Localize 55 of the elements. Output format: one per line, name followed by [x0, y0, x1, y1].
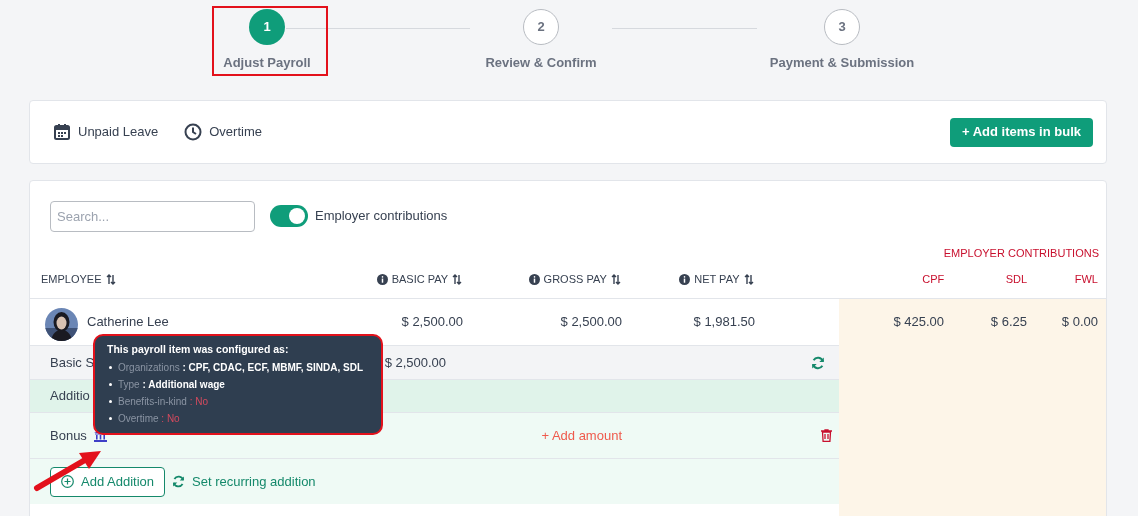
step-number[interactable]: 3 [824, 9, 860, 45]
sort-icon [105, 274, 116, 285]
column-header[interactable]: BASIC PAY [376, 271, 463, 288]
step-label: Payment & Submission [768, 54, 916, 72]
add-bulk-button[interactable]: + Add items in bulk [949, 117, 1093, 147]
tooltip-line: Type : Additional wage [118, 378, 225, 392]
trash-icon [821, 429, 832, 442]
row-label: Basic S [50, 353, 95, 372]
refresh-icon [172, 475, 185, 488]
item-label: Bonus [50, 426, 87, 445]
info-icon [679, 274, 691, 285]
step-number[interactable]: 1 [249, 9, 285, 45]
bullet-icon [109, 400, 112, 403]
bullet-icon [109, 417, 112, 420]
add-addition-button[interactable]: Add Addition [50, 466, 165, 497]
column-header[interactable]: FWL [1074, 271, 1098, 288]
column-header[interactable]: EMPLOYEE [41, 271, 116, 288]
recurring-link[interactable]: Set recurring addition [172, 471, 316, 492]
sort-icon [743, 274, 754, 285]
step-label: Review & Confirm [484, 54, 598, 72]
calendar-icon [53, 123, 71, 141]
clock-icon [184, 123, 203, 141]
toggle-switch[interactable] [270, 205, 308, 227]
refresh-icon [811, 355, 825, 370]
search-field[interactable]: Search... [50, 200, 255, 232]
table-cell-text: $ 425.00 [892, 313, 945, 332]
toolbar-button[interactable]: Unpaid Leave [53, 122, 159, 142]
add-amount-link[interactable]: + Add amount [541, 425, 622, 446]
bullet-icon [109, 383, 112, 386]
tooltip-line: Overtime : No [118, 412, 180, 426]
table-cell-text: $ 2,500.00 [559, 313, 623, 332]
section-title: Additio [49, 387, 90, 406]
sort-icon [610, 274, 621, 285]
step-number[interactable]: 2 [523, 9, 559, 45]
column-header[interactable]: CPF [922, 271, 945, 288]
plus-circle-icon [61, 475, 74, 488]
table-cell-text: $ 6.25 [989, 313, 1028, 332]
group-heading: EMPLOYER CONTRIBUTIONS [943, 246, 1099, 261]
employee-name[interactable]: Catherine Lee [87, 311, 169, 332]
sort-icon [452, 274, 463, 285]
bullet-icon [109, 366, 112, 369]
info-icon [376, 274, 388, 285]
table-cell-text: $ 1,981.50 [692, 313, 756, 332]
table-cell-text: $ 2,500.00 [400, 313, 464, 332]
info-icon [528, 274, 540, 285]
table-cell-text: $ 0.00 [1060, 313, 1099, 332]
toggle-label: Employer contributions [315, 207, 448, 226]
toolbar-button[interactable]: Overtime [184, 122, 262, 142]
step-label: Adjust Payroll [222, 54, 312, 72]
tooltip-title: This payroll item was configured as: [107, 342, 290, 357]
tooltip-line: Benefits-in-kind : No [118, 395, 209, 409]
column-header[interactable]: NET PAY [679, 271, 754, 288]
column-header[interactable]: GROSS PAY [528, 271, 621, 288]
tooltip-line: Organizations : CPF, CDAC, ECF, MBMF, SINDA, SDL [118, 361, 364, 375]
column-header[interactable]: SDL [1005, 271, 1028, 288]
